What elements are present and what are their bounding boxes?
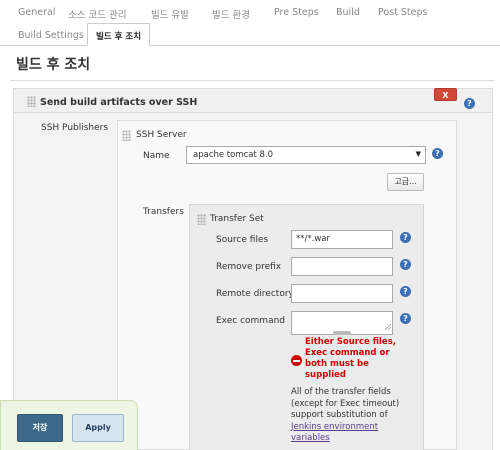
chevron-down-icon: ▼ [415, 150, 421, 158]
plugin-header: Send build artifacts over SSH [14, 89, 492, 113]
ssh-publishers-label: SSH Publishers [41, 123, 109, 133]
drag-handle-icon[interactable] [197, 214, 206, 225]
help-icon[interactable]: ? [400, 286, 411, 297]
exec-command-label: Exec command [216, 316, 286, 326]
resize-handle-icon[interactable] [384, 323, 392, 331]
tab-build-env[interactable]: 빌드 환경 [212, 7, 250, 21]
transfer-set-title: Transfer Set [210, 214, 264, 224]
validation-error: Either Source files, Exec command or bot… [305, 337, 396, 380]
drag-handle-icon[interactable] [122, 130, 131, 141]
tab-build-settings[interactable]: Build Settings [18, 30, 84, 41]
tab-post-build[interactable]: 빌드 후 조치 [87, 23, 151, 46]
server-name-select[interactable]: apache tomcat 8.0 ▼ [186, 146, 426, 164]
remove-prefix-label: Remove prefix [216, 262, 282, 272]
name-label: Name [143, 151, 170, 161]
tab-build[interactable]: Build [336, 7, 360, 18]
tab-build-triggers[interactable]: 빌드 유발 [151, 7, 189, 21]
env-variables-link[interactable]: Jenkins environment variables [291, 422, 378, 444]
advanced-button[interactable]: 고급... [387, 173, 424, 191]
drag-handle-icon[interactable] [27, 96, 36, 107]
ssh-server-title: SSH Server [136, 130, 187, 140]
textarea-scrollbar[interactable] [333, 331, 351, 335]
remote-directory-input[interactable] [291, 284, 393, 303]
config-tabs: General 소스 코드 관리 빌드 유발 빌드 환경 Pre Steps B… [0, 0, 500, 46]
source-files-label: Source files [216, 235, 269, 245]
remote-directory-label: Remote directory [216, 289, 294, 299]
save-button[interactable]: 저장 [17, 414, 63, 442]
remove-prefix-input[interactable] [291, 257, 393, 276]
tab-source-code[interactable]: 소스 코드 관리 [68, 7, 126, 21]
title-divider [10, 80, 495, 81]
substitution-note: All of the transfer fields (except for E… [291, 387, 411, 445]
tab-general[interactable]: General [18, 7, 55, 18]
server-name-value: apache tomcat 8.0 [193, 150, 274, 160]
page-title: 빌드 후 조치 [16, 57, 91, 73]
tab-post-steps[interactable]: Post Steps [378, 7, 427, 18]
apply-button[interactable]: Apply [72, 414, 124, 442]
source-files-input[interactable]: **/*.war [291, 230, 393, 249]
note-text: All of the transfer fields (except for E… [291, 387, 400, 420]
transfers-label: Transfers [143, 207, 184, 217]
help-icon[interactable]: ? [400, 232, 411, 243]
help-icon[interactable]: ? [400, 313, 411, 324]
help-icon[interactable]: ? [464, 98, 475, 109]
help-icon[interactable]: ? [432, 148, 443, 159]
error-icon [291, 355, 302, 366]
tab-pre-steps[interactable]: Pre Steps [274, 7, 319, 18]
delete-button[interactable]: X [434, 88, 457, 101]
plugin-title: Send build artifacts over SSH [40, 97, 198, 108]
help-icon[interactable]: ? [400, 259, 411, 270]
